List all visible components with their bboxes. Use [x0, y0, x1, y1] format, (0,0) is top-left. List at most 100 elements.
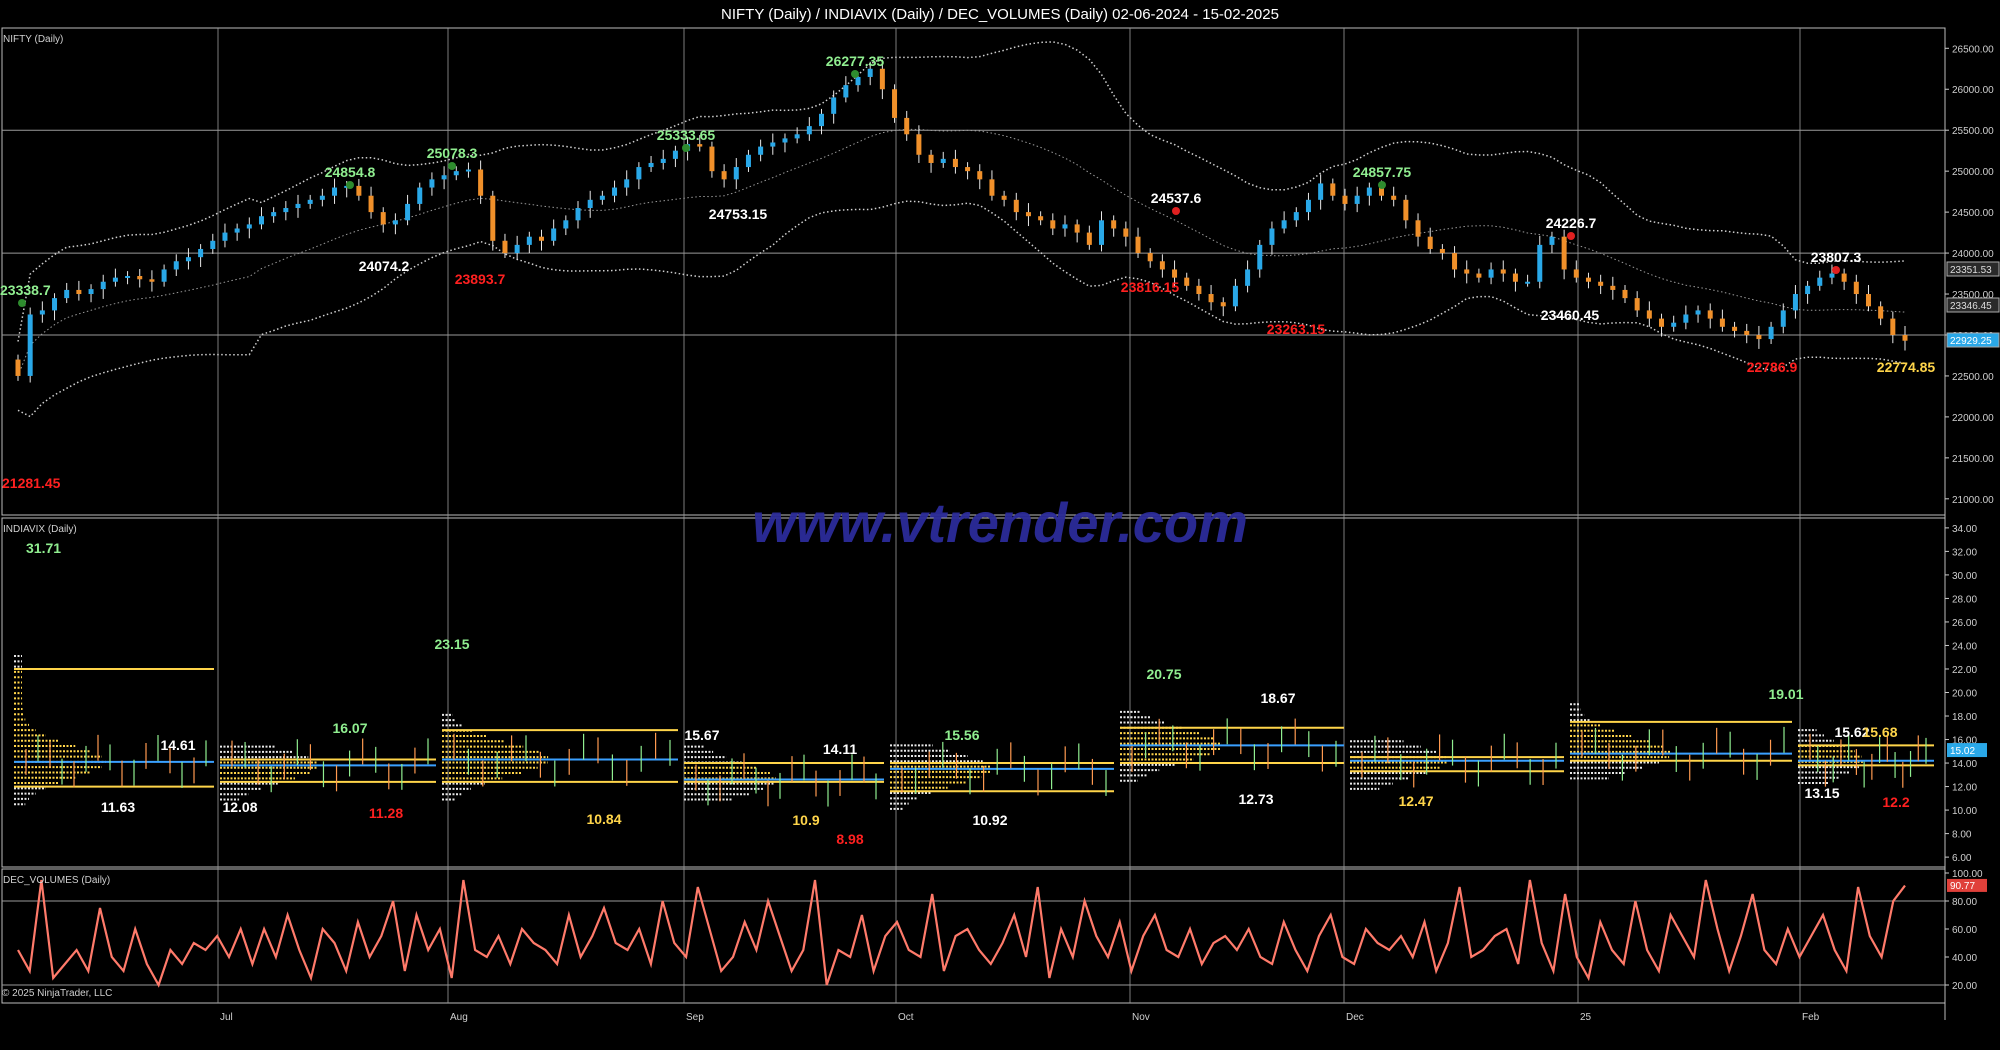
- swing-high-label: 24857.75: [1353, 164, 1412, 180]
- candle-body: [831, 97, 837, 114]
- price-tag-label: 23351.53: [1950, 265, 1992, 276]
- candle-body: [612, 187, 618, 196]
- candle-body: [465, 169, 471, 172]
- candle-body: [1269, 228, 1275, 245]
- candle-body: [965, 167, 971, 172]
- y-tick-label: 22500.00: [1952, 372, 1994, 383]
- candle-body: [1452, 253, 1458, 270]
- swing-high-marker: [1832, 266, 1840, 274]
- y-tick-label: 25500.00: [1952, 126, 1994, 137]
- x-tick-label: Aug: [450, 1012, 468, 1023]
- y-tick-label: 30.00: [1952, 571, 1977, 582]
- candle-body: [1695, 310, 1701, 315]
- candle-body: [356, 185, 362, 196]
- panel-name: NIFTY (Daily): [3, 34, 63, 45]
- x-tick-label: 25: [1580, 1012, 1592, 1023]
- swing-high-label: 25333.65: [657, 127, 716, 143]
- y-tick-label: 10.00: [1952, 806, 1977, 817]
- vix-annotation: 12.2: [1882, 794, 1909, 810]
- candle-body: [1744, 330, 1750, 335]
- watermark-layer: www.vtrender.com: [752, 491, 1248, 554]
- vix-annotation: 18.67: [1260, 690, 1295, 706]
- candle-body: [222, 232, 228, 241]
- candle-body: [1318, 183, 1324, 200]
- candle-body: [1634, 298, 1640, 311]
- candle-body: [271, 212, 277, 217]
- candle-body: [855, 76, 861, 86]
- candle-body: [636, 167, 642, 180]
- candle-body: [1415, 220, 1421, 237]
- candle-body: [904, 117, 910, 135]
- candle-body: [15, 359, 21, 376]
- y-tick-label: 25000.00: [1952, 167, 1994, 178]
- swing-high-label: 24537.6: [1151, 190, 1202, 206]
- vix-annotation: 31.71: [26, 540, 61, 556]
- candle-body: [1780, 310, 1786, 327]
- swing-high-label: 26277.35: [826, 53, 885, 69]
- y-tick-label: 34.00: [1952, 524, 1977, 535]
- y-tick-label: 20.00: [1952, 981, 1977, 992]
- swing-high-marker: [18, 299, 26, 307]
- candle-body: [879, 68, 885, 90]
- swing-low-label: 22774.85: [1877, 359, 1936, 375]
- candle-body: [246, 224, 252, 229]
- y-tick-label: 20.00: [1952, 689, 1977, 700]
- vix-annotation: 10.9: [792, 812, 819, 828]
- y-tick-label: 80.00: [1952, 897, 1977, 908]
- candle-body: [1561, 236, 1567, 270]
- candle-body: [1403, 199, 1409, 221]
- vix-annotation: 12.47: [1398, 793, 1433, 809]
- candle-body: [1038, 216, 1044, 221]
- candle-body: [1890, 318, 1896, 335]
- swing-high-marker: [682, 144, 690, 152]
- candle-body: [1172, 269, 1178, 278]
- candle-body: [307, 199, 313, 204]
- candle-body: [1111, 220, 1117, 229]
- candle-body: [1792, 294, 1798, 311]
- candle-body: [405, 203, 411, 221]
- candle-body: [1683, 314, 1689, 323]
- x-tick-label: Oct: [898, 1012, 914, 1023]
- candle-body: [1184, 277, 1190, 286]
- candle-body: [1549, 236, 1555, 245]
- swing-low-label: 23460.45: [1541, 307, 1600, 323]
- x-tick-label: Jul: [220, 1012, 233, 1023]
- candle-body: [1245, 269, 1251, 286]
- candle-body: [52, 298, 58, 311]
- candle-body: [782, 138, 788, 143]
- candle-body: [1537, 244, 1543, 282]
- candle-body: [514, 244, 520, 254]
- candle-body: [368, 195, 374, 213]
- candle-body: [258, 216, 264, 225]
- candle-body: [1135, 236, 1141, 254]
- candle-body: [697, 144, 703, 147]
- swing-high-marker: [1172, 207, 1180, 215]
- y-tick-label: 26.00: [1952, 618, 1977, 629]
- vix-annotation: 15.67: [684, 727, 719, 743]
- bollinger-lower: [17, 200, 1906, 418]
- vix-annotation: 16.07: [332, 720, 367, 736]
- y-tick-label: 8.00: [1952, 830, 1972, 841]
- candle-body: [1232, 285, 1238, 307]
- candle-body: [867, 68, 873, 77]
- candle-body: [989, 179, 995, 196]
- candle-body: [952, 158, 958, 168]
- candle-body: [587, 199, 593, 209]
- candle-body: [940, 158, 946, 163]
- y-tick-label: 18.00: [1952, 712, 1977, 723]
- chart-canvas[interactable]: www.vtrender.com Jul Aug Sep Oct Nov Dec 25 Feb…: [0, 0, 2000, 1050]
- candle-body: [1159, 261, 1165, 270]
- y-tick-label: 22000.00: [1952, 413, 1994, 424]
- candle-body: [1476, 273, 1482, 278]
- candle-body: [149, 279, 155, 282]
- swing-high-label: 24226.7: [1546, 215, 1597, 231]
- candle-body: [794, 134, 800, 139]
- candle-body: [1001, 195, 1007, 200]
- candle-body: [1756, 334, 1762, 340]
- vix-annotation: 14.11: [823, 741, 857, 757]
- candle-body: [1342, 195, 1348, 204]
- candle-body: [1074, 224, 1080, 233]
- candle-body: [502, 240, 508, 254]
- candle-body: [137, 276, 143, 280]
- vix-annotation: 8.98: [836, 831, 863, 847]
